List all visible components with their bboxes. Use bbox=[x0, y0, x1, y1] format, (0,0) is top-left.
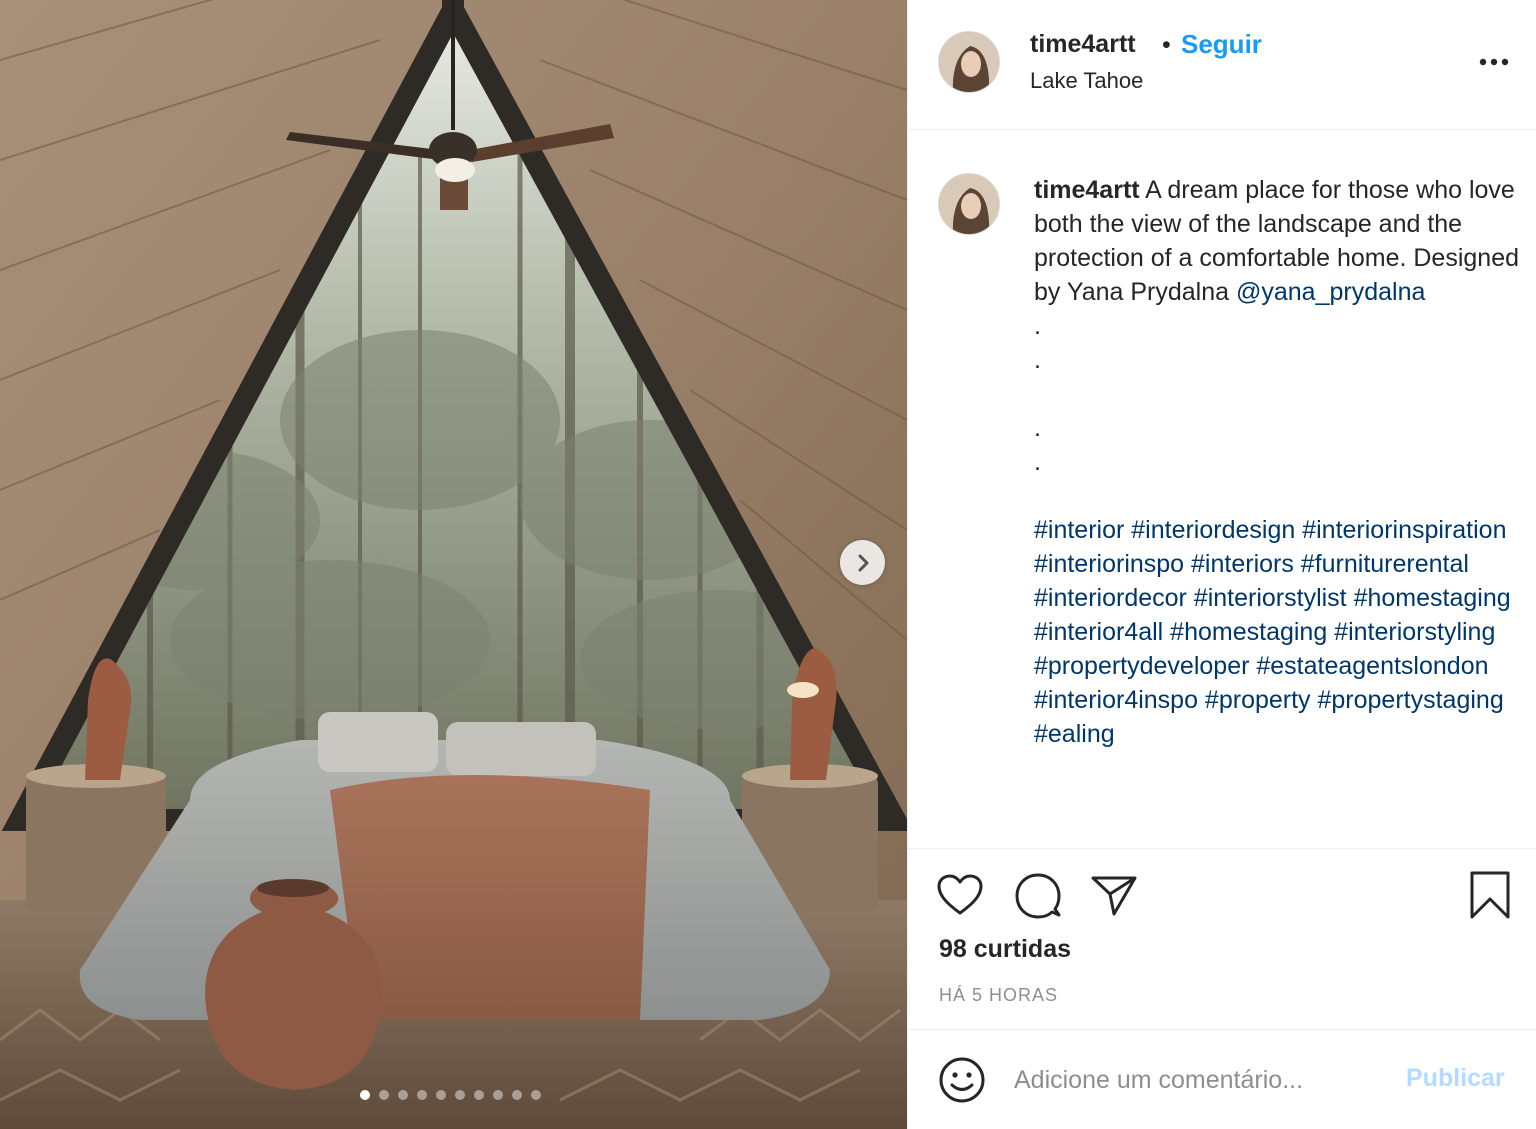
post-actions: 98 curtidas HÁ 5 HORAS bbox=[908, 848, 1536, 1028]
carousel-dot bbox=[417, 1090, 427, 1100]
instagram-post: time4artt • Seguir Lake Tahoe time4artt … bbox=[0, 0, 1536, 1129]
post-timestamp[interactable]: HÁ 5 HORAS bbox=[939, 985, 1058, 1006]
post-caption: time4artt A dream place for those who lo… bbox=[1034, 173, 1519, 751]
caption-avatar[interactable] bbox=[938, 173, 1000, 235]
share-button[interactable] bbox=[1088, 869, 1140, 921]
carousel-dot bbox=[455, 1090, 465, 1100]
mention-link[interactable]: @yana_prydalna bbox=[1236, 278, 1425, 306]
carousel-dot bbox=[360, 1090, 370, 1100]
carousel-dot bbox=[512, 1090, 522, 1100]
carousel-dot bbox=[379, 1090, 389, 1100]
carousel-dot bbox=[493, 1090, 503, 1100]
comment-bar: Publicar bbox=[908, 1029, 1536, 1129]
post-location[interactable]: Lake Tahoe bbox=[1030, 68, 1143, 94]
publish-button[interactable]: Publicar bbox=[1406, 1064, 1505, 1093]
like-button[interactable] bbox=[934, 869, 986, 921]
carousel-dot bbox=[398, 1090, 408, 1100]
carousel-dot bbox=[531, 1090, 541, 1100]
carousel-next-button[interactable] bbox=[840, 540, 885, 585]
likes-count[interactable]: 98 curtidas bbox=[939, 935, 1071, 964]
more-options-button[interactable] bbox=[1474, 42, 1514, 82]
follow-button[interactable]: Seguir bbox=[1181, 29, 1262, 60]
share-icon bbox=[1091, 876, 1137, 916]
post-info-panel: time4artt • Seguir Lake Tahoe time4artt … bbox=[907, 0, 1536, 1129]
post-author-username[interactable]: time4artt bbox=[1030, 30, 1136, 59]
comment-button[interactable] bbox=[1012, 869, 1064, 921]
carousel-dot bbox=[474, 1090, 484, 1100]
caption-dots: . . . . bbox=[1034, 312, 1041, 476]
caption-section: time4artt A dream place for those who lo… bbox=[908, 131, 1536, 836]
caption-username[interactable]: time4artt bbox=[1034, 176, 1140, 204]
cabin-bedroom-image bbox=[0, 0, 907, 1129]
emoji-button[interactable] bbox=[937, 1055, 987, 1105]
post-photo[interactable] bbox=[0, 0, 907, 1129]
carousel-indicators bbox=[360, 1090, 541, 1100]
separator-dot: • bbox=[1162, 31, 1171, 59]
post-header: time4artt • Seguir Lake Tahoe bbox=[908, 0, 1536, 130]
emoji-icon bbox=[939, 1057, 985, 1103]
chevron-right-icon bbox=[858, 554, 868, 571]
avatar-image bbox=[939, 32, 999, 92]
comment-input[interactable] bbox=[1014, 1058, 1384, 1102]
heart-icon bbox=[937, 874, 983, 915]
bookmark-icon bbox=[1470, 871, 1510, 919]
more-options-icon bbox=[1479, 58, 1509, 66]
carousel-dot bbox=[436, 1090, 446, 1100]
comment-icon bbox=[1015, 873, 1061, 919]
save-button[interactable] bbox=[1464, 869, 1516, 921]
avatar-image bbox=[939, 174, 999, 234]
avatar[interactable] bbox=[938, 31, 1000, 93]
hashtags[interactable]: #interior #interiordesign #interiorinspi… bbox=[1034, 516, 1518, 748]
